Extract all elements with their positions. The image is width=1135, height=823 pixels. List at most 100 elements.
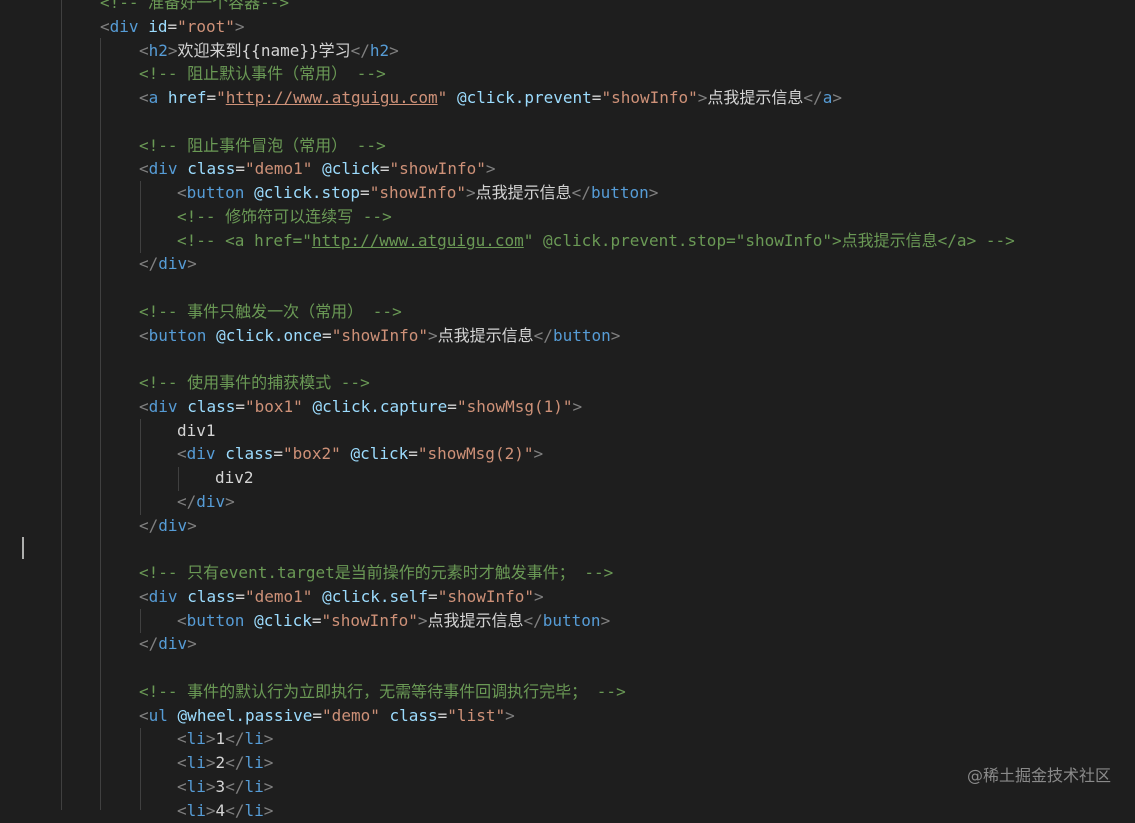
code-line: <h2>欢迎来到{{name}}学习</h2> xyxy=(0,39,1135,63)
code-token: ul xyxy=(148,705,168,725)
code-token: <!-- 阻止默认事件（常用） --> xyxy=(139,64,386,84)
code-line: <!-- 只有event.target是当前操作的元素时才触发事件； --> xyxy=(0,561,1135,585)
code-token: </ xyxy=(523,610,543,630)
code-token: = xyxy=(312,705,323,725)
code-line: <li>4</li> xyxy=(0,799,1135,823)
code-token: < xyxy=(100,16,110,36)
code-token: div xyxy=(109,16,139,36)
code-line: <div class="demo1" @click.self="showInfo… xyxy=(0,585,1135,609)
code-token: div xyxy=(158,515,188,535)
code-token: > xyxy=(466,183,476,202)
code-token: http://www.atguigu.com xyxy=(225,88,438,107)
code-token: < xyxy=(177,729,187,749)
code-token: </ xyxy=(225,800,245,820)
code-token: > xyxy=(389,40,399,60)
code-token: > xyxy=(832,88,842,107)
code-token: class xyxy=(187,159,236,179)
code-token: " @click.prevent.stop="showInfo">点我提示信息<… xyxy=(523,230,1015,250)
code-token: > xyxy=(505,705,515,725)
code-token: > xyxy=(187,515,197,535)
code-token: button xyxy=(542,610,601,630)
code-token: > xyxy=(572,396,583,416)
code-token: = xyxy=(428,586,438,606)
code-token: </ xyxy=(571,183,591,202)
code-line: <!-- 事件的默认行为立即执行，无需等待事件回调执行完毕； --> xyxy=(0,680,1135,704)
code-token: @wheel.passive xyxy=(177,705,313,725)
code-token: li xyxy=(186,800,206,820)
code-token: div xyxy=(148,396,178,416)
code-token: " xyxy=(437,88,448,107)
code-token: 点我提示信息 xyxy=(475,183,572,202)
code-token: " xyxy=(216,88,226,107)
code-token: <!-- 修饰符可以连续写 --> xyxy=(177,206,392,226)
code-line: <li>2</li> xyxy=(0,751,1135,775)
code-token: <!-- 事件只触发一次（常用） --> xyxy=(139,301,402,321)
code-token: div xyxy=(196,491,226,511)
code-token: > xyxy=(697,88,708,107)
code-editor[interactable]: <!-- 准备好一个容器--> <div id="root"> <h2>欢迎来到{{… xyxy=(0,0,1135,820)
code-token: 2 xyxy=(215,753,226,772)
code-token: = xyxy=(273,444,283,464)
code-token: </ xyxy=(803,88,823,107)
code-token: @click.self xyxy=(322,586,429,606)
code-token: href xyxy=(167,88,207,107)
code-token: > xyxy=(534,586,544,606)
code-token: = xyxy=(322,325,332,345)
code-token: > xyxy=(428,325,438,345)
code-line: <!-- 阻止默认事件（常用） --> xyxy=(0,62,1135,86)
code-token: "demo1" xyxy=(245,586,313,606)
code-line: <div class="box1" @click.capture="showMs… xyxy=(0,395,1135,419)
code-token: = xyxy=(235,159,245,179)
code-token: = xyxy=(379,159,390,179)
code-token: 4 xyxy=(215,800,226,820)
code-token: "showInfo" xyxy=(437,586,535,606)
code-token: li xyxy=(186,729,206,749)
code-token: http://www.atguigu.com xyxy=(311,230,524,250)
code-token: li xyxy=(244,800,264,820)
code-token: div xyxy=(148,586,178,606)
code-token: 点我提示信息 xyxy=(707,88,804,107)
code-token: "showInfo" xyxy=(331,325,429,345)
code-line: <!-- <a href="http://www.atguigu.com" @c… xyxy=(0,229,1135,253)
code-token: "showInfo" xyxy=(601,88,698,107)
code-token: div xyxy=(148,159,178,179)
code-token: > xyxy=(610,325,621,345)
code-token: div xyxy=(158,634,188,654)
code-token: div1 xyxy=(177,420,216,440)
code-token: @click xyxy=(322,159,380,179)
code-token: @click.prevent xyxy=(456,88,592,107)
code-token: class xyxy=(187,396,236,416)
code-line: <ul @wheel.passive="demo" class="list"> xyxy=(0,704,1135,728)
code-line: div2 xyxy=(0,466,1135,490)
code-token: a xyxy=(822,88,833,107)
code-token: </ xyxy=(225,753,245,772)
code-token: < xyxy=(177,753,187,772)
code-token: = xyxy=(591,88,602,107)
code-line: <div class="box2" @click="showMsg(2)"> xyxy=(0,442,1135,466)
code-token: li xyxy=(186,776,206,796)
code-token: > xyxy=(187,634,197,654)
code-line: <button @click.stop="showInfo">点我提示信息</b… xyxy=(0,181,1135,205)
code-token: </ xyxy=(139,515,159,535)
code-token: < xyxy=(139,586,149,606)
code-token: button xyxy=(186,610,245,630)
code-token: </ xyxy=(533,325,553,345)
code-token: "box2" xyxy=(283,444,341,464)
code-line: <div class="demo1" @click="showInfo"> xyxy=(0,157,1135,181)
code-token: = xyxy=(447,396,457,416)
code-token: < xyxy=(177,183,187,202)
code-token: 点我提示信息 xyxy=(427,610,524,630)
code-token: > xyxy=(187,254,197,274)
code-token: < xyxy=(139,40,149,60)
